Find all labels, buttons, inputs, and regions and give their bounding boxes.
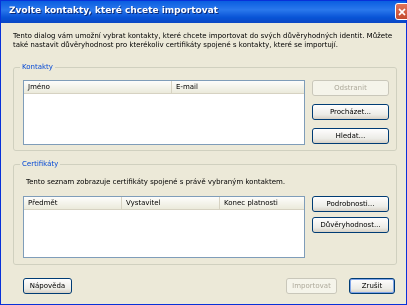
column-header-name[interactable]: Jméno [24,81,172,93]
column-header-email[interactable]: E-mail [172,81,304,93]
details-button[interactable]: Podrobnosti... [312,196,389,212]
column-header-subject[interactable]: Předmět [24,197,122,209]
contacts-legend: Kontakty [20,62,55,72]
import-button[interactable]: Importovat [286,278,337,294]
import-contacts-dialog: Zvolte kontakty, které chcete importovat… [0,0,407,305]
search-button[interactable]: Hledat... [312,128,389,144]
intro-text: Tento dialog vám umožní vybrat kontakty,… [13,32,393,49]
close-button[interactable] [395,3,407,20]
title-bar[interactable]: Zvolte kontakty, které chcete importovat [1,1,407,23]
close-icon [398,8,406,16]
cancel-button[interactable]: Zrušit [349,278,395,294]
certificates-description: Tento seznam zobrazuje certifikáty spoje… [26,178,286,186]
certificates-legend: Certifikáty [20,159,61,169]
certificates-group: Certifikáty Tento seznam zobrazuje certi… [13,159,397,265]
contacts-group: Kontakty Jméno E-mail Odstranit Procháze… [13,62,397,151]
certificates-list-header: Předmět Vystavitel Konec platnosti [24,197,304,210]
browse-button[interactable]: Procházet... [312,104,389,120]
trust-button[interactable]: Důvěryhodnost... [312,217,389,233]
remove-button[interactable]: Odstranit [312,80,389,96]
certificates-list[interactable]: Předmět Vystavitel Konec platnosti [23,196,305,258]
contacts-list[interactable]: Jméno E-mail [23,80,305,145]
contacts-list-header: Jméno E-mail [24,81,304,94]
window-title: Zvolte kontakty, které chcete importovat [9,6,218,16]
column-header-expiry[interactable]: Konec platnosti [220,197,304,209]
help-button[interactable]: Nápověda [23,278,72,294]
column-header-issuer[interactable]: Vystavitel [122,197,220,209]
